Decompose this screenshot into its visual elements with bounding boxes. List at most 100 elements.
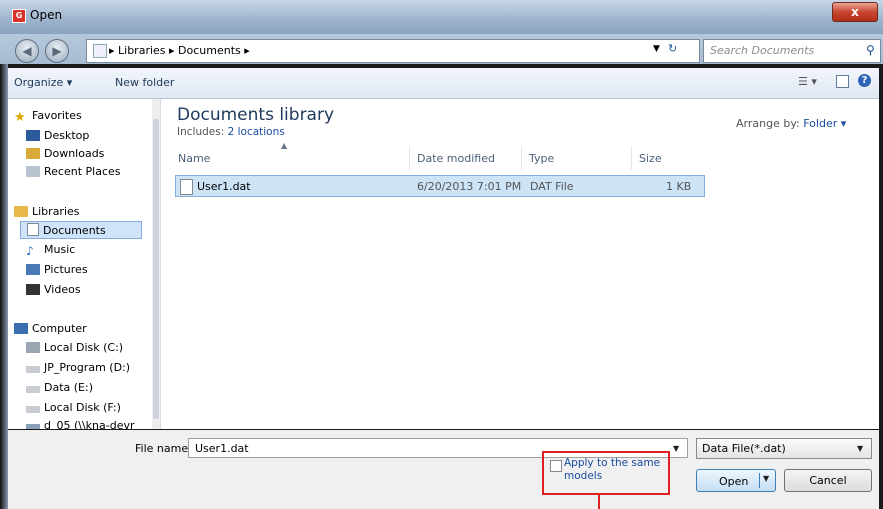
drive-icon [26,366,40,373]
nav-libraries[interactable]: Libraries [14,203,80,221]
nav-videos[interactable]: Videos [26,281,81,299]
column-divider[interactable] [631,146,632,170]
file-icon [180,179,193,195]
table-row[interactable]: User1.dat 6/20/2013 7:01 PM DAT File 1 K… [175,175,705,197]
arrange-dropdown[interactable]: Folder ▾ [803,117,846,130]
column-divider[interactable] [521,146,522,170]
help-icon[interactable]: ? [858,74,871,87]
nav-label: Data (E:) [44,381,94,394]
window-title: Open [30,8,63,22]
chevron-down-icon[interactable]: ▼ [653,44,660,54]
column-divider[interactable] [409,146,410,170]
back-button[interactable]: ◀ [15,39,39,63]
organize-button[interactable]: Organize ▾ [14,76,72,89]
network-drive-icon [26,424,40,429]
star-icon: ★ [14,110,26,125]
navigation-pane: ★ Favorites Desktop Downloads Recent Plac… [8,99,161,429]
preview-pane-icon[interactable] [836,75,849,88]
music-icon: ♪ [26,244,34,258]
nav-disk-e[interactable]: Data (E:) [26,379,93,397]
nav-recent-places[interactable]: Recent Places [26,163,121,181]
nav-disk-f[interactable]: Local Disk (F:) [26,399,121,417]
nav-label: Local Disk (C:) [44,341,124,354]
refresh-icon[interactable]: ↻ [668,42,677,55]
library-includes: Includes: 2 locations [177,126,285,138]
drive-icon [26,406,40,413]
nav-label: Documents [43,224,106,237]
column-header-size[interactable]: Size [639,152,662,165]
nav-music[interactable]: ♪ Music [26,241,75,259]
file-name-value: User1.dat [195,442,249,455]
nav-label: Libraries [32,205,80,218]
annotation-pointer [598,495,600,509]
drive-icon [26,386,40,393]
computer-icon [14,323,28,334]
nav-label: Videos [44,283,81,296]
apply-same-models-label[interactable]: Apply to the same models [564,457,664,483]
search-icon[interactable]: ⚲ [866,43,875,57]
file-date: 6/20/2013 7:01 PM [417,180,522,193]
chevron-down-icon[interactable]: ▼ [673,444,679,453]
includes-label: Includes: [177,126,225,138]
nav-computer[interactable]: Computer [14,320,87,338]
nav-label: Pictures [44,263,88,276]
file-type: DAT File [530,180,574,193]
file-type-select[interactable]: Data File(*.dat) ▼ [696,438,872,459]
file-list-pane: Documents library Includes: 2 locations … [161,99,879,429]
column-header-date[interactable]: Date modified [417,152,495,165]
column-header-name[interactable]: Name [178,152,210,165]
chevron-down-icon[interactable]: ▼ [763,474,769,483]
cancel-button[interactable]: Cancel [784,469,872,492]
new-folder-button[interactable]: New folder [115,76,174,89]
folder-icon [93,44,107,58]
desktop-icon [26,130,40,141]
nav-documents[interactable]: Documents [20,221,142,239]
app-icon: G [12,9,26,23]
nav-disk-d[interactable]: JP_Program (D:) [26,359,130,377]
nav-label: JP_Program (D:) [44,361,131,374]
nav-label: d_05 (\\kna-devr [44,419,135,429]
nav-disk-c[interactable]: Local Disk (C:) [26,339,123,357]
nav-network-drive[interactable]: d_05 (\\kna-devr [26,417,135,429]
nav-label: Desktop [44,129,90,142]
nav-desktop[interactable]: Desktop [26,127,89,145]
file-name: User1.dat [197,180,251,193]
sort-ascending-icon: ▲ [281,141,288,150]
nav-scrollbar-thumb[interactable] [153,119,159,419]
nav-downloads[interactable]: Downloads [26,145,104,163]
nav-label: Local Disk (F:) [44,401,121,414]
split-divider [759,473,760,488]
apply-same-models-checkbox[interactable] [550,460,562,472]
locations-link[interactable]: 2 locations [228,126,285,138]
nav-label: Recent Places [44,165,121,178]
documents-icon [27,223,39,236]
libraries-icon [14,206,28,217]
nav-label: Computer [32,322,87,335]
arrange-by: Arrange by: Folder ▾ [736,117,846,130]
nav-pictures[interactable]: Pictures [26,261,88,279]
nav-label: Downloads [44,147,105,160]
highlight-box: Apply to the same models [542,451,670,495]
chevron-down-icon[interactable]: ▼ [857,444,863,453]
command-bar: Organize ▾ New folder ☰ ▾ ? [8,68,879,99]
nav-label: Favorites [32,109,82,122]
downloads-icon [26,148,40,159]
drive-icon [26,342,40,353]
open-button[interactable]: Open ▼ [696,469,776,492]
window-frame [0,64,8,509]
close-button[interactable]: x [832,2,878,22]
address-field[interactable]: ▸ Libraries ▸ Documents ▸ [86,39,700,63]
nav-favorites[interactable]: ★ Favorites [14,107,82,125]
search-input[interactable]: Search Documents ⚲ [703,39,881,63]
videos-icon [26,284,40,295]
recent-places-icon [26,166,40,177]
file-type-value: Data File(*.dat) [702,442,786,455]
pictures-icon [26,264,40,275]
search-placeholder: Search Documents [710,44,815,57]
column-header-type[interactable]: Type [529,152,554,165]
file-name-label: File name: [135,442,192,455]
nav-label: Music [44,243,76,256]
views-icon[interactable]: ☰ ▾ [798,75,817,88]
forward-button[interactable]: ▶ [45,39,69,63]
open-label: Open [719,475,749,488]
